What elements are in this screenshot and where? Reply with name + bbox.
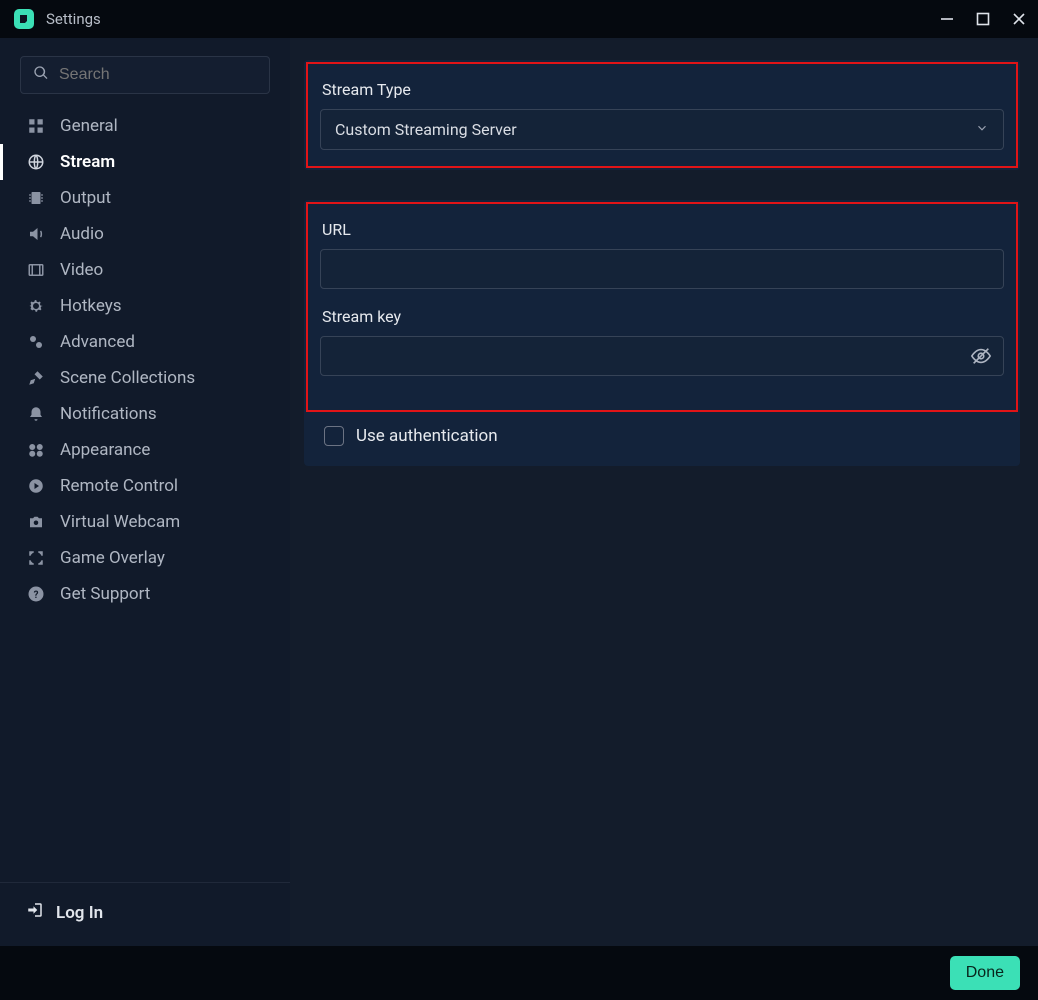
sidebar-item-advanced[interactable]: Advanced [0,324,290,360]
gear-icon [26,296,46,316]
gears-icon [26,332,46,352]
chevron-down-icon [975,120,989,139]
sidebar-item-remote-control[interactable]: Remote Control [0,468,290,504]
sidebar-item-label: General [60,116,118,136]
sidebar-item-label: Stream [60,152,115,172]
sidebar-item-virtual-webcam[interactable]: Virtual Webcam [0,504,290,540]
use-auth-checkbox[interactable] [324,426,344,446]
main-content: Stream Type Custom Streaming Server URL … [290,38,1038,946]
sidebar-footer: Log In [0,882,290,946]
sidebar-item-label: Audio [60,224,104,244]
login-label: Log In [56,903,103,923]
sidebar-item-label: Scene Collections [60,368,195,388]
login-button[interactable]: Log In [26,901,270,924]
sidebar-item-notifications[interactable]: Notifications [0,396,290,432]
close-button[interactable] [1010,10,1028,28]
svg-text:?: ? [34,590,39,601]
url-input[interactable] [320,249,1004,289]
titlebar-left: Settings [14,9,101,29]
connection-highlight: URL Stream key [306,202,1018,412]
sidebar-item-label: Appearance [60,440,150,460]
sidebar-item-label: Get Support [60,584,150,604]
stream-key-label: Stream key [322,307,1004,326]
camera-icon [26,512,46,532]
search-input[interactable] [59,66,266,84]
sidebar-item-audio[interactable]: Audio [0,216,290,252]
sidebar-item-scene-collections[interactable]: Scene Collections [0,360,290,396]
sidebar-item-label: Virtual Webcam [60,512,180,532]
globe-icon [26,152,46,172]
stream-key-input[interactable] [320,336,1004,376]
footer: Done [0,946,1038,1000]
sidebar-item-label: Game Overlay [60,548,165,568]
sidebar-item-stream[interactable]: Stream [0,144,290,180]
sidebar-item-get-support[interactable]: ? Get Support [0,576,290,612]
done-button[interactable]: Done [950,956,1020,990]
search-input-wrapper[interactable] [20,56,270,94]
stream-type-select[interactable]: Custom Streaming Server [320,109,1004,150]
use-auth-row[interactable]: Use authentication [320,422,1004,448]
sidebar-item-output[interactable]: Output [0,180,290,216]
connection-card: URL Stream key Use authenticatio [304,200,1020,466]
stream-type-card: Stream Type Custom Streaming Server [304,60,1020,170]
tools-icon [26,368,46,388]
help-icon: ? [26,584,46,604]
sidebar-item-video[interactable]: Video [0,252,290,288]
sidebar-item-label: Remote Control [60,476,178,496]
film-icon [26,260,46,280]
bell-icon [26,404,46,424]
sidebar-item-label: Advanced [60,332,135,352]
use-auth-label: Use authentication [356,426,498,446]
minimize-button[interactable] [938,10,956,28]
stream-type-highlight: Stream Type Custom Streaming Server [306,62,1018,168]
sidebar-item-hotkeys[interactable]: Hotkeys [0,288,290,324]
window-title: Settings [46,10,101,28]
sidebar-item-label: Video [60,260,103,280]
stream-type-label: Stream Type [322,80,1004,99]
grid-icon [26,116,46,136]
titlebar: Settings [0,0,1038,38]
sidebar-item-label: Hotkeys [60,296,122,316]
login-icon [26,901,44,924]
swatches-icon [26,440,46,460]
sidebar-item-general[interactable]: General [0,108,290,144]
stream-type-selected: Custom Streaming Server [335,120,517,139]
eye-off-icon[interactable] [970,345,992,367]
app-icon [14,9,34,29]
search-icon [33,65,49,85]
sidebar-item-label: Output [60,188,111,208]
url-label: URL [322,220,1004,239]
sidebar-item-game-overlay[interactable]: Game Overlay [0,540,290,576]
sidebar: General Stream Output Audio Video Hotkey… [0,38,290,946]
play-circle-icon [26,476,46,496]
chip-icon [26,188,46,208]
expand-icon [26,548,46,568]
sidebar-item-label: Notifications [60,404,157,424]
maximize-button[interactable] [974,10,992,28]
sidebar-item-appearance[interactable]: Appearance [0,432,290,468]
window-controls [938,10,1028,28]
volume-icon [26,224,46,244]
sidebar-nav: General Stream Output Audio Video Hotkey… [0,108,290,612]
